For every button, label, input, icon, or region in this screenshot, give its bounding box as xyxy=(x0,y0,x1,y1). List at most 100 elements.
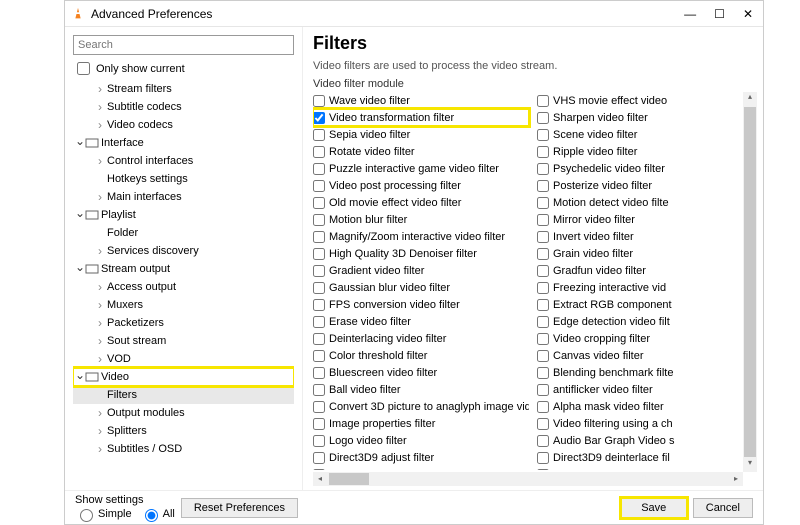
filter-checkbox-item[interactable]: Blending benchmark filte xyxy=(537,364,753,381)
tree-caret-icon[interactable] xyxy=(95,100,105,114)
filter-checkbox-item[interactable]: VHS movie effect video xyxy=(537,92,753,109)
tree-caret-icon[interactable] xyxy=(95,190,105,204)
filter-checkbox-item[interactable]: Convert 3D picture to anaglyph image vid… xyxy=(313,398,529,415)
only-show-current[interactable]: Only show current xyxy=(73,59,294,78)
tree-caret-icon[interactable] xyxy=(95,424,105,438)
filter-checkbox[interactable] xyxy=(537,299,549,311)
filter-checkbox[interactable] xyxy=(313,95,325,107)
tree-caret-icon[interactable] xyxy=(95,406,105,420)
tree-caret-icon[interactable] xyxy=(95,334,105,348)
filter-checkbox[interactable] xyxy=(537,231,549,243)
filter-checkbox-item[interactable]: Extract RGB component xyxy=(537,296,753,313)
filter-checkbox[interactable] xyxy=(313,163,325,175)
filter-checkbox[interactable] xyxy=(313,248,325,260)
filter-checkbox[interactable] xyxy=(537,350,549,362)
tree-item[interactable]: Control interfaces xyxy=(73,152,294,170)
filter-checkbox[interactable] xyxy=(537,384,549,396)
filter-checkbox[interactable] xyxy=(313,435,325,447)
filter-checkbox[interactable] xyxy=(313,418,325,430)
settings-tree[interactable]: Stream filtersSubtitle codecsVideo codec… xyxy=(73,80,294,482)
filter-checkbox[interactable] xyxy=(313,316,325,328)
tree-caret-icon[interactable] xyxy=(95,298,105,312)
filter-checkbox-item[interactable]: Deinterlacing video filter xyxy=(313,330,529,347)
filter-checkbox-item[interactable]: Video transformation filter xyxy=(313,109,529,126)
filter-checkbox[interactable] xyxy=(313,197,325,209)
save-button[interactable]: Save xyxy=(621,498,687,518)
tree-caret-icon[interactable] xyxy=(95,352,105,366)
filter-checkbox-item[interactable]: Gaussian blur video filter xyxy=(313,279,529,296)
tree-caret-icon[interactable] xyxy=(95,154,105,168)
minimize-button[interactable]: — xyxy=(684,7,696,21)
filter-checkbox-item[interactable]: Video post processing filter xyxy=(313,177,529,194)
filter-checkbox-item[interactable]: Image properties filter xyxy=(313,415,529,432)
tree-caret-icon[interactable] xyxy=(95,280,105,294)
filter-checkbox-item[interactable]: Video cropping filter xyxy=(537,330,753,347)
filter-checkbox[interactable] xyxy=(313,469,325,471)
tree-category[interactable]: Interface xyxy=(73,134,294,152)
filter-checkbox-item[interactable]: Logo video filter xyxy=(313,432,529,449)
tree-item[interactable]: Sout stream xyxy=(73,332,294,350)
filter-checkbox-item[interactable]: Scene video filter xyxy=(537,126,753,143)
filter-checkbox[interactable] xyxy=(537,452,549,464)
filter-checkbox[interactable] xyxy=(537,214,549,226)
filter-checkbox-item[interactable]: Grain video filter xyxy=(537,245,753,262)
filter-checkbox-item[interactable]: Erase video filter xyxy=(313,313,529,330)
tree-item[interactable]: Filters xyxy=(73,386,294,404)
tree-item[interactable]: VOD xyxy=(73,350,294,368)
scroll-right-arrow-icon[interactable]: ▸ xyxy=(729,472,743,486)
scroll-up-arrow-icon[interactable]: ▴ xyxy=(743,92,757,106)
tree-item[interactable]: Main interfaces xyxy=(73,188,294,206)
filter-checkbox[interactable] xyxy=(313,384,325,396)
tree-caret-icon[interactable] xyxy=(75,262,85,276)
filter-checkbox[interactable] xyxy=(313,350,325,362)
vertical-scrollbar[interactable]: ▴ ▾ xyxy=(743,92,757,472)
tree-caret-icon[interactable] xyxy=(75,208,85,222)
filter-checkbox-item[interactable]: Posterize video filter xyxy=(537,177,753,194)
filter-checkbox-item[interactable]: Gradient video filter xyxy=(313,262,529,279)
filter-checkbox-item[interactable]: Freezing interactive vid xyxy=(537,279,753,296)
filter-checkbox[interactable] xyxy=(313,299,325,311)
filter-checkbox-item[interactable]: Sharpen video filter xyxy=(537,109,753,126)
filter-checkbox-item[interactable]: Mirror video filter xyxy=(537,211,753,228)
filter-checkbox-item[interactable]: Motion detect video filte xyxy=(537,194,753,211)
filter-checkbox-item[interactable]: Direct3D9 adjust filter xyxy=(313,449,529,466)
filter-checkbox-item[interactable]: Invert video filter xyxy=(537,228,753,245)
filter-checkbox[interactable] xyxy=(537,418,549,430)
scroll-thumb[interactable] xyxy=(744,107,756,457)
tree-item[interactable]: Services discovery xyxy=(73,242,294,260)
filter-checkbox[interactable] xyxy=(537,129,549,141)
close-button[interactable]: ✕ xyxy=(743,7,753,21)
filter-checkbox-item[interactable]: Ripple video filter xyxy=(537,143,753,160)
filter-checkbox-item[interactable]: Direct3D11 deinterlace f xyxy=(537,466,753,470)
filter-checkbox-item[interactable]: Motion blur filter xyxy=(313,211,529,228)
filter-checkbox[interactable] xyxy=(537,469,549,471)
tree-item[interactable]: Output modules xyxy=(73,404,294,422)
filter-checkbox[interactable] xyxy=(313,214,325,226)
filter-checkbox[interactable] xyxy=(537,367,549,379)
filter-checkbox-item[interactable]: Old movie effect video filter xyxy=(313,194,529,211)
filter-checkbox[interactable] xyxy=(313,452,325,464)
tree-item[interactable]: Stream filters xyxy=(73,80,294,98)
filter-checkbox[interactable] xyxy=(537,180,549,192)
filter-checkbox-item[interactable]: High Quality 3D Denoiser filter xyxy=(313,245,529,262)
tree-caret-icon[interactable] xyxy=(95,442,105,456)
filter-checkbox-item[interactable]: Gradfun video filter xyxy=(537,262,753,279)
tree-caret-icon[interactable] xyxy=(75,136,85,150)
filter-checkbox[interactable] xyxy=(313,401,325,413)
filter-checkbox-item[interactable]: Psychedelic video filter xyxy=(537,160,753,177)
scroll-left-arrow-icon[interactable]: ◂ xyxy=(313,472,327,486)
filter-checkbox-item[interactable]: Direct3D11 adjust filter xyxy=(313,466,529,470)
filter-checkbox[interactable] xyxy=(537,282,549,294)
filter-checkbox[interactable] xyxy=(313,282,325,294)
filter-checkbox-item[interactable]: Sepia video filter xyxy=(313,126,529,143)
tree-item[interactable]: Folder xyxy=(73,224,294,242)
filter-checkbox[interactable] xyxy=(537,146,549,158)
filter-checkbox-item[interactable]: FPS conversion video filter xyxy=(313,296,529,313)
tree-caret-icon[interactable] xyxy=(95,82,105,96)
filter-checkbox-item[interactable]: Wave video filter xyxy=(313,92,529,109)
filter-checkbox[interactable] xyxy=(313,129,325,141)
filter-checkbox-item[interactable]: Audio Bar Graph Video s xyxy=(537,432,753,449)
tree-caret-icon[interactable] xyxy=(95,118,105,132)
filter-checkbox[interactable] xyxy=(313,333,325,345)
tree-caret-icon[interactable] xyxy=(75,370,85,384)
